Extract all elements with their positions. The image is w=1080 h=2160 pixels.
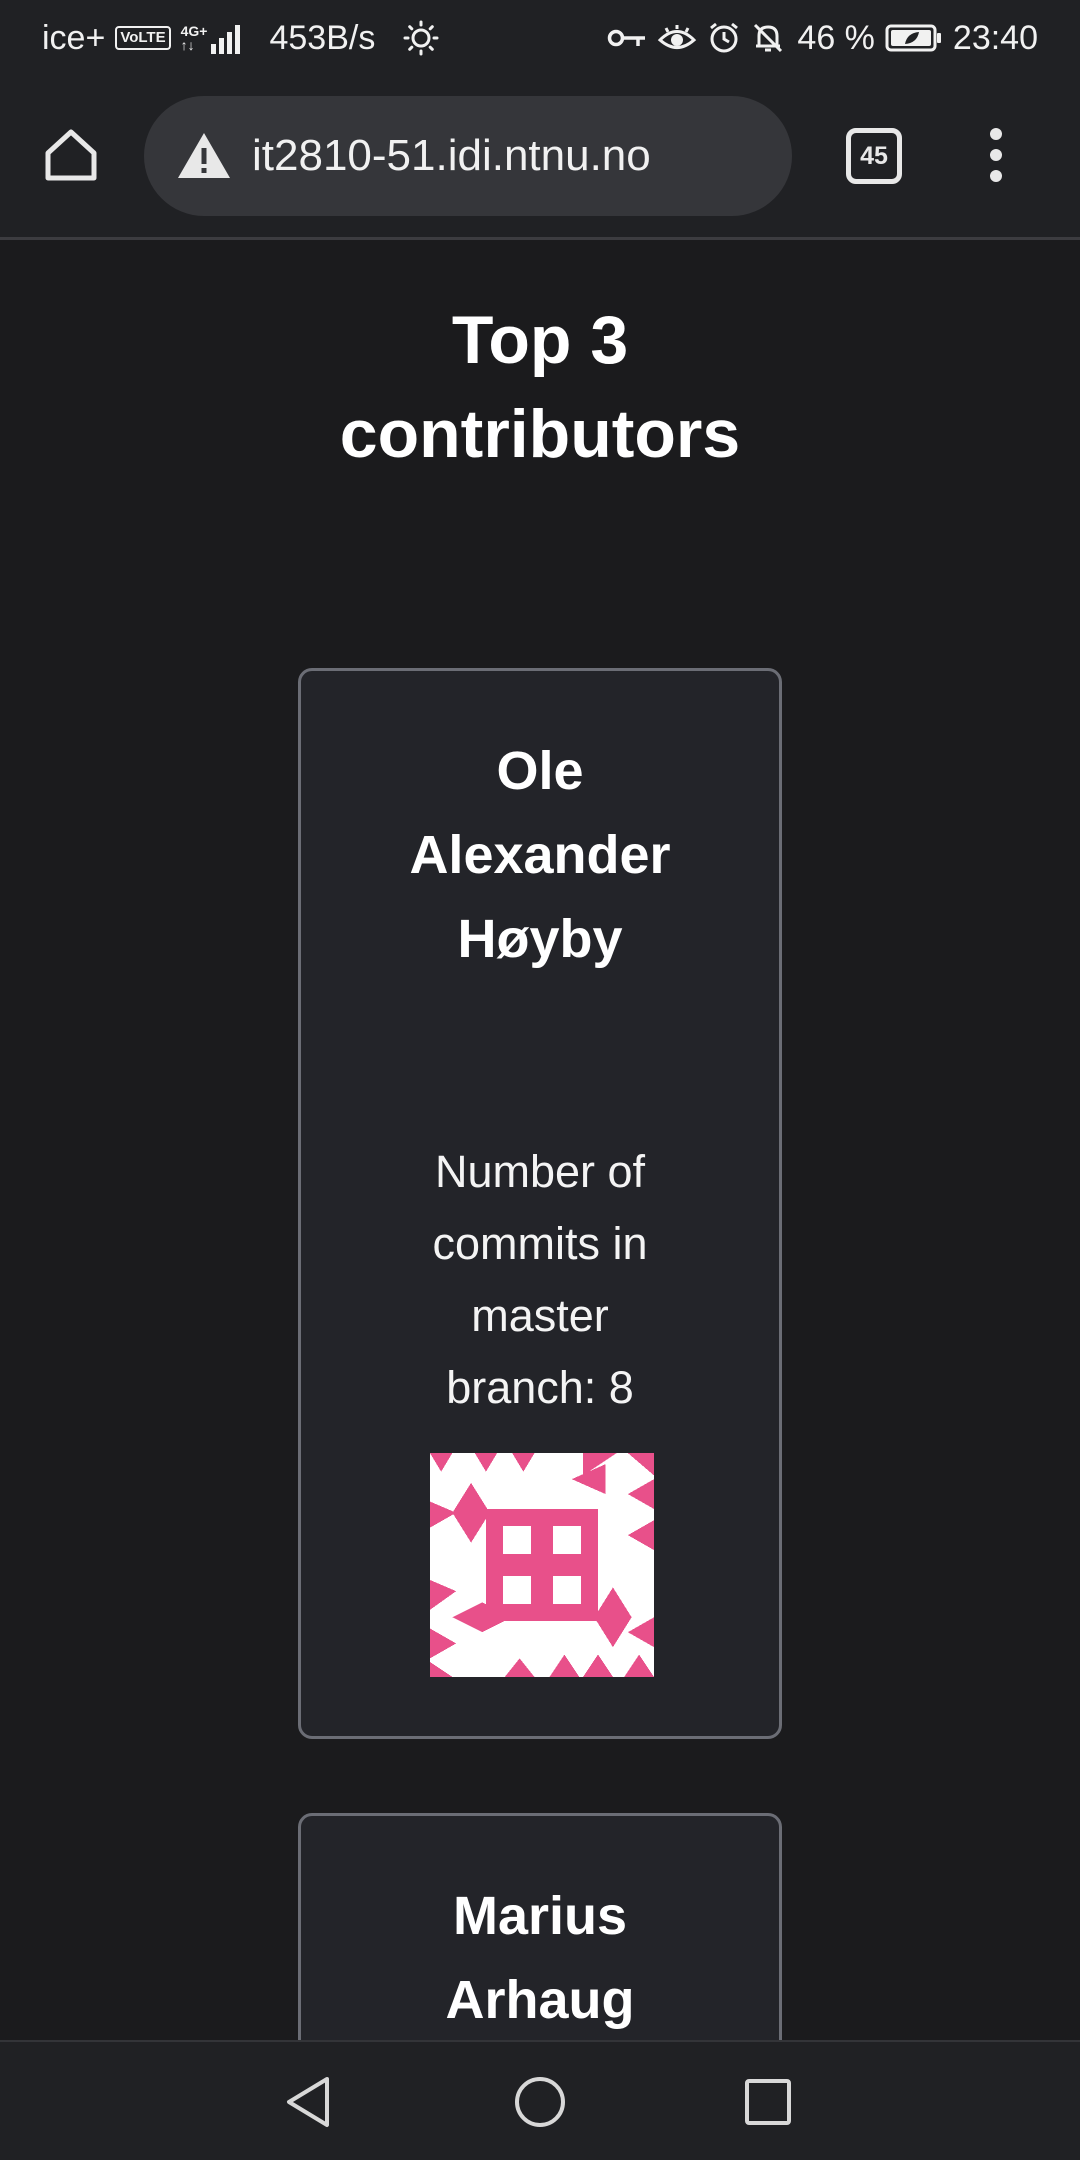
menu-dot	[990, 149, 1002, 161]
clock: 23:40	[952, 18, 1038, 57]
menu-dot	[990, 128, 1002, 140]
phone-screen: ice+ VoLTE 4G+ ↑↓ 453B/s 46 % 23:40 it28…	[0, 0, 1080, 2160]
warning-icon[interactable]	[176, 128, 232, 184]
brightness-icon	[403, 20, 439, 56]
identicon-avatar	[430, 1453, 654, 1677]
signal-icon	[211, 22, 245, 54]
battery-percent: 46 %	[797, 18, 875, 57]
home-button[interactable]	[38, 122, 104, 188]
volte-badge: VoLTE	[115, 26, 171, 50]
contributor-card: Marius Arhaug	[298, 1813, 782, 2040]
recents-icon	[745, 2079, 791, 2125]
network-activity-label: ↑↓	[180, 37, 195, 53]
commit-count: Number of commits in master branch: 8	[432, 1146, 648, 1413]
tab-switcher-button[interactable]: 45	[846, 128, 902, 184]
menu-dot	[990, 170, 1002, 182]
page-content: Top 3 contributors Ole Alexander Høyby N…	[0, 243, 1080, 2040]
url-text[interactable]: it2810-51.idi.ntnu.no	[252, 131, 651, 181]
network-type-label: 4G+	[180, 23, 208, 39]
alarm-icon	[707, 21, 741, 55]
home-icon	[45, 129, 97, 181]
system-nav-bar	[0, 2040, 1080, 2160]
browser-toolbar: it2810-51.idi.ntnu.no 45	[0, 76, 1080, 240]
network-speed: 453B/s	[269, 18, 376, 57]
network-type: 4G+ ↑↓	[181, 24, 208, 52]
bell-off-icon	[751, 21, 785, 55]
back-icon	[287, 2077, 329, 2127]
status-bar: ice+ VoLTE 4G+ ↑↓ 453B/s 46 % 23:40	[0, 0, 1080, 76]
tab-count: 45	[860, 141, 888, 170]
status-bar-left: ice+ VoLTE 4G+ ↑↓ 453B/s	[42, 0, 439, 76]
contributor-card: Ole Alexander Høyby Number of commits in…	[298, 668, 782, 1739]
recents-button[interactable]	[738, 2072, 798, 2132]
back-button[interactable]	[278, 2072, 338, 2132]
battery-icon	[885, 23, 943, 53]
system-home-button[interactable]	[510, 2072, 570, 2132]
carrier-label: ice+	[42, 18, 106, 57]
page-title: Top 3 contributors	[339, 302, 741, 472]
menu-button[interactable]	[975, 122, 1017, 188]
key-icon	[607, 26, 647, 50]
address-bar[interactable]: it2810-51.idi.ntnu.no	[144, 96, 792, 216]
contributor-name: Ole Alexander Høyby	[409, 741, 671, 969]
contributor-name: Marius Arhaug	[445, 1886, 635, 2030]
status-bar-right: 46 % 23:40	[607, 0, 1038, 76]
home-circle-icon	[515, 2077, 565, 2127]
eye-icon	[657, 23, 697, 53]
